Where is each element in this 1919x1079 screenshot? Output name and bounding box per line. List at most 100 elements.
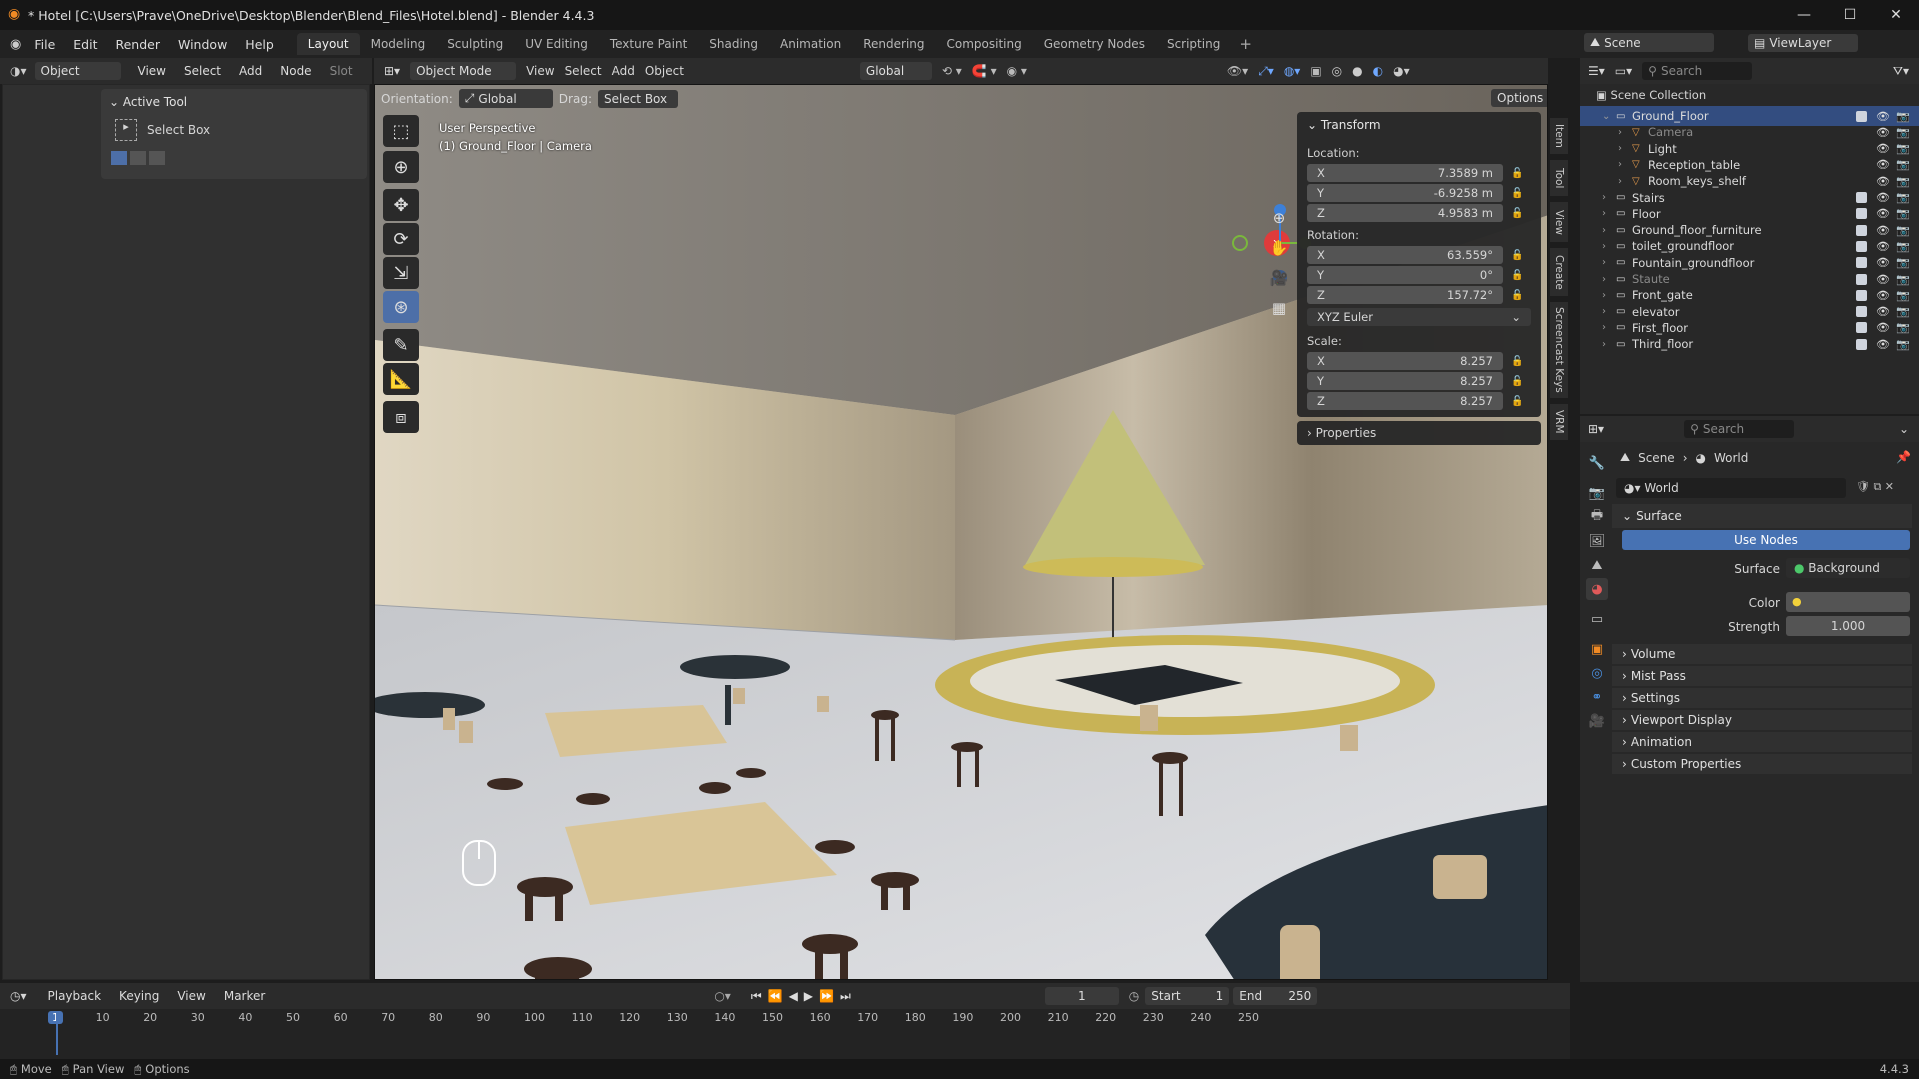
solid-shading-icon[interactable]: ● <box>1352 64 1362 78</box>
menu-render[interactable]: Render <box>106 37 169 52</box>
slot-dropdown[interactable]: Slot <box>321 64 362 78</box>
tab-scripting[interactable]: Scripting <box>1156 33 1231 55</box>
scene-selector[interactable]: ⛰ Scene <box>1584 33 1714 52</box>
menu-add[interactable]: Add <box>612 64 635 78</box>
visibility-eye-icon[interactable]: 👁 <box>1876 158 1890 171</box>
exclude-checkbox[interactable] <box>1856 273 1867 285</box>
fake-user-icon[interactable]: 🛡 ⧉ ✕ <box>1856 480 1894 494</box>
menu-help[interactable]: Help <box>236 37 283 52</box>
blender-menu-icon[interactable]: ◉ <box>10 37 21 52</box>
expand-chevron-icon[interactable]: › <box>1602 290 1606 301</box>
object-dropdown[interactable]: Object <box>34 62 121 80</box>
rotate-tool-icon[interactable]: ⟳ <box>383 223 419 255</box>
strength-field[interactable]: 1.000 <box>1786 616 1910 636</box>
section-header[interactable]: › Custom Properties <box>1612 754 1912 774</box>
lock-icon[interactable]: 🔓 <box>1511 188 1523 199</box>
location-y-field[interactable]: Y -6.9258 m <box>1307 184 1503 202</box>
tab-uv-editing[interactable]: UV Editing <box>514 33 599 55</box>
orientation-dropdown[interactable]: ⤢ Global <box>458 89 553 108</box>
end-frame-field[interactable]: End 250 <box>1233 987 1318 1005</box>
data-tab-icon[interactable]: 🎥 <box>1586 710 1608 732</box>
menu-keying[interactable]: Keying <box>110 989 168 1003</box>
render-camera-icon[interactable]: 📷 <box>1896 338 1910 351</box>
render-camera-icon[interactable]: 📷 <box>1896 224 1910 237</box>
surface-shader-field[interactable]: ● Background <box>1786 558 1910 578</box>
overlay-icon[interactable]: ◍▾ <box>1284 64 1301 78</box>
exclude-checkbox[interactable] <box>1856 338 1867 350</box>
scale-x-field[interactable]: X 8.257 <box>1307 352 1503 370</box>
rotation-z-field[interactable]: Z 157.72° <box>1307 286 1503 304</box>
active-tool-header[interactable]: ⌄ Active Tool <box>101 89 367 115</box>
visibility-eye-icon[interactable]: 👁 <box>1876 175 1890 188</box>
visibility-eye-icon[interactable]: 👁 <box>1876 240 1890 253</box>
visibility-eye-icon[interactable]: 👁 <box>1876 142 1890 155</box>
menu-view-left[interactable]: View <box>129 64 175 78</box>
render-camera-icon[interactable]: 📷 <box>1896 207 1910 220</box>
tab-tool[interactable]: Tool <box>1550 160 1568 196</box>
scale-y-field[interactable]: Y 8.257 <box>1307 372 1503 390</box>
constraints-tab-icon[interactable]: ⚭ <box>1586 686 1608 708</box>
location-x-field[interactable]: X 7.3589 m <box>1307 164 1503 182</box>
menu-add-left[interactable]: Add <box>230 64 271 78</box>
visibility-eye-icon[interactable]: 👁 <box>1876 256 1890 269</box>
scene-tab-icon[interactable]: ⛰ <box>1586 554 1608 576</box>
lock-icon[interactable]: 🔓 <box>1511 290 1523 301</box>
add-cube-tool-icon[interactable]: ⧈ <box>383 401 419 433</box>
lock-icon[interactable]: 🔓 <box>1511 250 1523 261</box>
menu-playback[interactable]: Playback <box>39 989 111 1003</box>
proportional-edit-icon[interactable]: ◉ ▾ <box>1007 64 1027 78</box>
pan-hand-icon[interactable]: ✋ <box>1265 233 1293 263</box>
visibility-eye-icon[interactable]: 👁 <box>1876 321 1890 334</box>
exclude-checkbox[interactable] <box>1856 208 1867 220</box>
menu-window[interactable]: Window <box>169 37 236 52</box>
exclude-checkbox[interactable] <box>1856 192 1867 203</box>
use-nodes-button[interactable]: Use Nodes <box>1622 530 1910 550</box>
visibility-eye-icon[interactable]: 👁 <box>1876 126 1890 139</box>
editor-type-icon[interactable]: ◑▾ <box>10 64 27 78</box>
clock-icon[interactable]: ◷ <box>1129 989 1139 1003</box>
render-camera-icon[interactable]: 📷 <box>1896 321 1910 334</box>
expand-chevron-icon[interactable]: › <box>1618 127 1622 138</box>
options-dropdown[interactable]: Options <box>1491 89 1547 107</box>
measure-tool-icon[interactable]: 📐 <box>383 363 419 395</box>
timeline-editor-icon[interactable]: ◷▾ <box>10 989 27 1003</box>
visibility-eye-icon[interactable]: 👁 <box>1876 273 1890 286</box>
lock-icon[interactable]: 🔓 <box>1511 208 1523 219</box>
visibility-eye-icon[interactable]: 👁 <box>1876 110 1890 123</box>
filter-icon[interactable]: ⛛▾ <box>1893 64 1909 79</box>
transform-tool-icon[interactable]: ⊛ <box>383 291 419 323</box>
expand-chevron-icon[interactable]: › <box>1618 176 1622 187</box>
tab-screencast-keys[interactable]: Screencast Keys <box>1550 302 1568 398</box>
material-shading-icon[interactable]: ◐ <box>1373 64 1383 78</box>
menu-edit[interactable]: Edit <box>64 37 106 52</box>
timeline-track[interactable]: 1102030405060708090100110120130140150160… <box>0 1009 1570 1059</box>
tab-sculpting[interactable]: Sculpting <box>436 33 514 55</box>
render-camera-icon[interactable]: 📷 <box>1896 191 1910 204</box>
menu-select-left[interactable]: Select <box>175 64 230 78</box>
menu-view-timeline[interactable]: View <box>168 989 214 1003</box>
render-camera-icon[interactable]: 📷 <box>1896 142 1910 155</box>
tab-shading[interactable]: Shading <box>698 33 769 55</box>
properties-subpanel-header[interactable]: › Properties <box>1297 421 1541 445</box>
render-camera-icon[interactable]: 📷 <box>1896 240 1910 253</box>
pivot-icon[interactable]: ⟲ ▾ <box>942 64 962 78</box>
tab-item[interactable]: Item <box>1550 118 1568 154</box>
mode-extend-icon[interactable] <box>130 151 146 165</box>
menu-view[interactable]: View <box>526 64 554 78</box>
color-field[interactable]: ● <box>1786 592 1910 612</box>
visibility-eye-icon[interactable]: 👁 <box>1876 305 1890 318</box>
select-box-tool-icon[interactable]: ⬚ <box>383 115 419 147</box>
viewport-editor-icon[interactable]: ⊞▾ <box>384 64 400 78</box>
camera-view-icon[interactable]: 🎥 <box>1265 263 1293 293</box>
menu-file[interactable]: File <box>25 37 64 52</box>
exclude-checkbox[interactable] <box>1856 224 1867 236</box>
expand-chevron-icon[interactable]: › <box>1618 143 1622 154</box>
expand-chevron-icon[interactable]: › <box>1602 339 1606 350</box>
pin-icon[interactable]: 📌 <box>1896 450 1911 464</box>
playhead[interactable] <box>56 1011 58 1055</box>
section-header[interactable]: › Viewport Display <box>1612 710 1912 730</box>
zoom-icon[interactable]: ⊕ <box>1265 203 1293 233</box>
exclude-checkbox[interactable] <box>1856 240 1867 252</box>
menu-marker[interactable]: Marker <box>215 989 274 1003</box>
exclude-checkbox[interactable] <box>1856 257 1867 269</box>
